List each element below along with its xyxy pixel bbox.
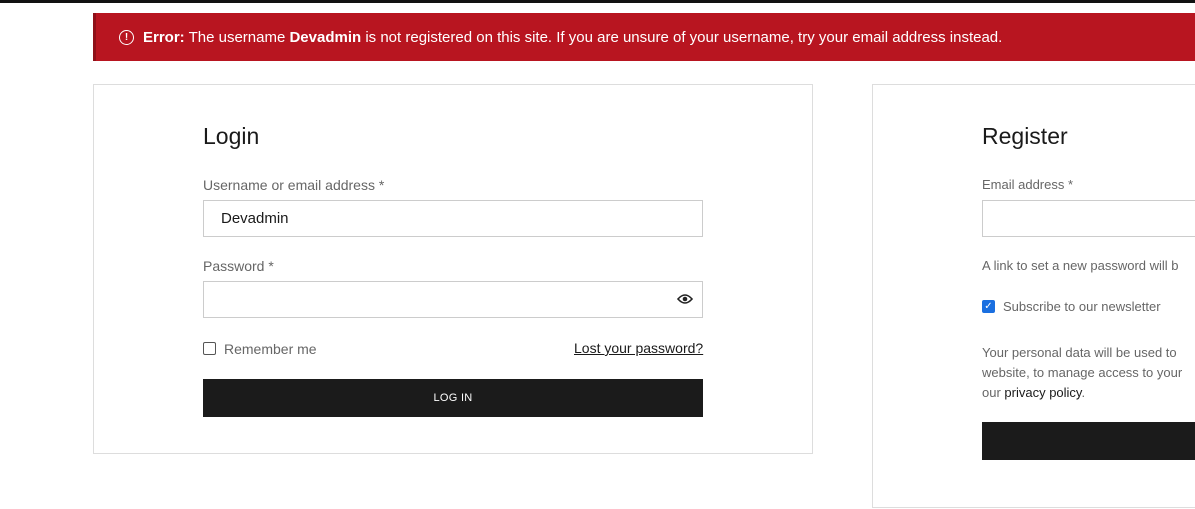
privacy-policy-link[interactable]: privacy policy bbox=[1004, 385, 1081, 400]
register-form: Register Email address * A link to set a… bbox=[872, 84, 1195, 508]
log-in-button[interactable]: LOG IN bbox=[203, 379, 703, 417]
remember-me-label: Remember me bbox=[224, 341, 317, 357]
username-input[interactable]: Devadmin bbox=[203, 200, 703, 237]
login-form: Login Username or email address * Devadm… bbox=[93, 84, 813, 454]
email-label: Email address * bbox=[982, 177, 1074, 192]
lost-password-link[interactable]: Lost your password? bbox=[574, 340, 703, 356]
privacy-text-3: our privacy policy. bbox=[982, 385, 1086, 400]
error-banner: ! Error: The username Devadmin is not re… bbox=[93, 13, 1195, 61]
email-input[interactable] bbox=[982, 200, 1195, 237]
newsletter-checkbox[interactable]: ✓ bbox=[982, 300, 995, 313]
exclamation-circle-icon: ! bbox=[119, 29, 134, 45]
password-input[interactable] bbox=[203, 281, 703, 318]
password-note: A link to set a new password will b bbox=[982, 258, 1179, 273]
top-bar bbox=[0, 0, 1195, 3]
remember-me-checkbox[interactable] bbox=[203, 342, 216, 355]
privacy-text-2: website, to manage access to your bbox=[982, 365, 1183, 380]
password-label: Password * bbox=[203, 258, 274, 274]
register-button[interactable] bbox=[982, 422, 1195, 460]
privacy-text-1: Your personal data will be used to bbox=[982, 345, 1177, 360]
error-message: Error: The username Devadmin is not regi… bbox=[143, 28, 1003, 46]
newsletter-label: Subscribe to our newsletter bbox=[1003, 299, 1161, 314]
username-label: Username or email address * bbox=[203, 177, 385, 193]
register-title: Register bbox=[982, 123, 1068, 149]
login-title: Login bbox=[203, 123, 260, 149]
eye-icon[interactable] bbox=[677, 293, 693, 305]
